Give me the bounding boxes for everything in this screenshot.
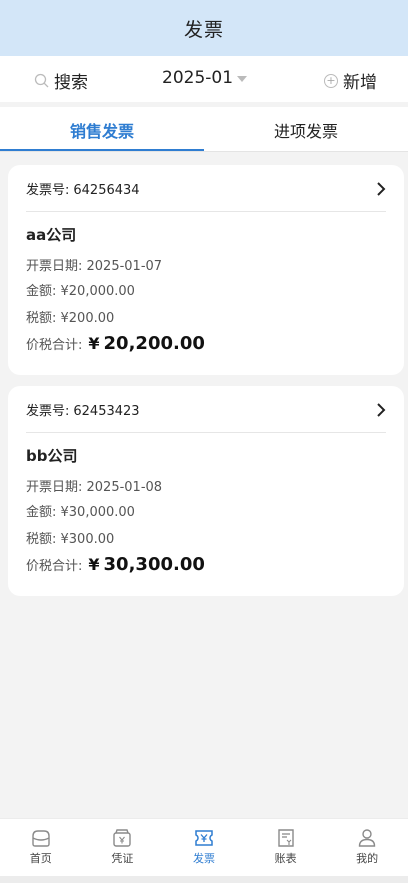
- invoice-tax: 税额: ¥300.00: [26, 532, 115, 547]
- tab-purchase-invoice[interactable]: 进项发票: [204, 107, 408, 152]
- profile-icon: [358, 829, 376, 847]
- plus-icon: +: [324, 73, 338, 88]
- toolbar: 搜索 2025-01 + 新增: [0, 56, 408, 102]
- company-name: aa公司: [26, 226, 77, 244]
- ledger-icon: [277, 829, 294, 847]
- company-name: bb公司: [26, 447, 78, 465]
- invoice-number-value: 64256434: [73, 183, 140, 198]
- invoice-number-label: 发票号:: [26, 404, 70, 419]
- tab-label: 我的: [356, 852, 379, 865]
- bottom-spacer: [0, 806, 408, 818]
- invoice-amount: 金额: ¥30,000.00: [26, 505, 135, 520]
- chevron-right-icon[interactable]: [376, 402, 386, 418]
- search-icon: [34, 73, 49, 87]
- total-label: 价税合计:: [26, 338, 83, 353]
- add-button[interactable]: + 新增: [324, 68, 377, 93]
- invoice-card[interactable]: 发票号: 64256434 aa公司 开票日期: 2025-01-07 金额: ¥…: [8, 165, 404, 375]
- tab-sales-invoice[interactable]: 销售发票: [0, 107, 204, 152]
- tabs-divider: [0, 151, 408, 152]
- invoice-number: 发票号: 62453423: [26, 400, 140, 419]
- search-button[interactable]: 搜索: [34, 68, 88, 93]
- invoice-tabs: 销售发票 进项发票: [0, 107, 408, 152]
- voucher-icon: [113, 829, 132, 847]
- add-label: 新增: [343, 73, 377, 93]
- page-title: 发票: [183, 18, 224, 41]
- search-label: 搜索: [54, 73, 88, 93]
- tab-invoice[interactable]: 发票: [163, 819, 245, 876]
- total-currency: ¥: [88, 555, 100, 574]
- invoice-card[interactable]: 发票号: 62453423 bb公司 开票日期: 2025-01-08 金额: ¥…: [8, 386, 404, 596]
- total-label: 价税合计:: [26, 559, 83, 574]
- caret-down-icon: [237, 76, 248, 82]
- tab-label: 进项发票: [273, 121, 338, 141]
- bottom-tab-bar: 首页 凭证 发票 账表 我的: [0, 818, 408, 876]
- chevron-right-icon[interactable]: [376, 181, 386, 197]
- tab-label: 凭证: [111, 852, 134, 865]
- total-currency: ¥: [88, 334, 100, 353]
- card-divider: [26, 211, 386, 212]
- tab-voucher[interactable]: 凭证: [82, 819, 164, 876]
- invoice-tax: 税额: ¥200.00: [26, 311, 115, 326]
- total-amount: 20,200.00: [103, 333, 205, 354]
- tab-label: 账表: [274, 852, 297, 865]
- home-icon: [32, 830, 50, 847]
- invoice-number-value: 62453423: [73, 404, 140, 419]
- tab-label: 销售发票: [69, 121, 134, 141]
- invoice-total: 价税合计: ¥ 30,300.00: [26, 554, 205, 575]
- invoice-amount: 金额: ¥20,000.00: [26, 284, 135, 299]
- tab-home[interactable]: 首页: [0, 819, 82, 876]
- invoice-number-label: 发票号:: [26, 183, 70, 198]
- card-divider: [26, 432, 386, 433]
- tab-profile[interactable]: 我的: [326, 819, 408, 876]
- invoice-total: 价税合计: ¥ 20,200.00: [26, 333, 205, 354]
- invoice-date: 开票日期: 2025-01-07: [26, 259, 163, 274]
- invoice-date: 开票日期: 2025-01-08: [26, 480, 163, 495]
- page-header: 发票: [0, 0, 408, 56]
- tab-ledger[interactable]: 账表: [245, 819, 327, 876]
- total-amount: 30,300.00: [103, 554, 205, 575]
- month-picker[interactable]: 2025-01: [162, 68, 248, 88]
- invoice-number: 发票号: 64256434: [26, 179, 140, 198]
- home-indicator-bar: [0, 876, 408, 883]
- tab-label: 首页: [29, 852, 52, 865]
- month-value: 2025-01: [162, 68, 234, 88]
- tab-label: 发票: [192, 852, 215, 865]
- invoice-icon: [195, 830, 213, 846]
